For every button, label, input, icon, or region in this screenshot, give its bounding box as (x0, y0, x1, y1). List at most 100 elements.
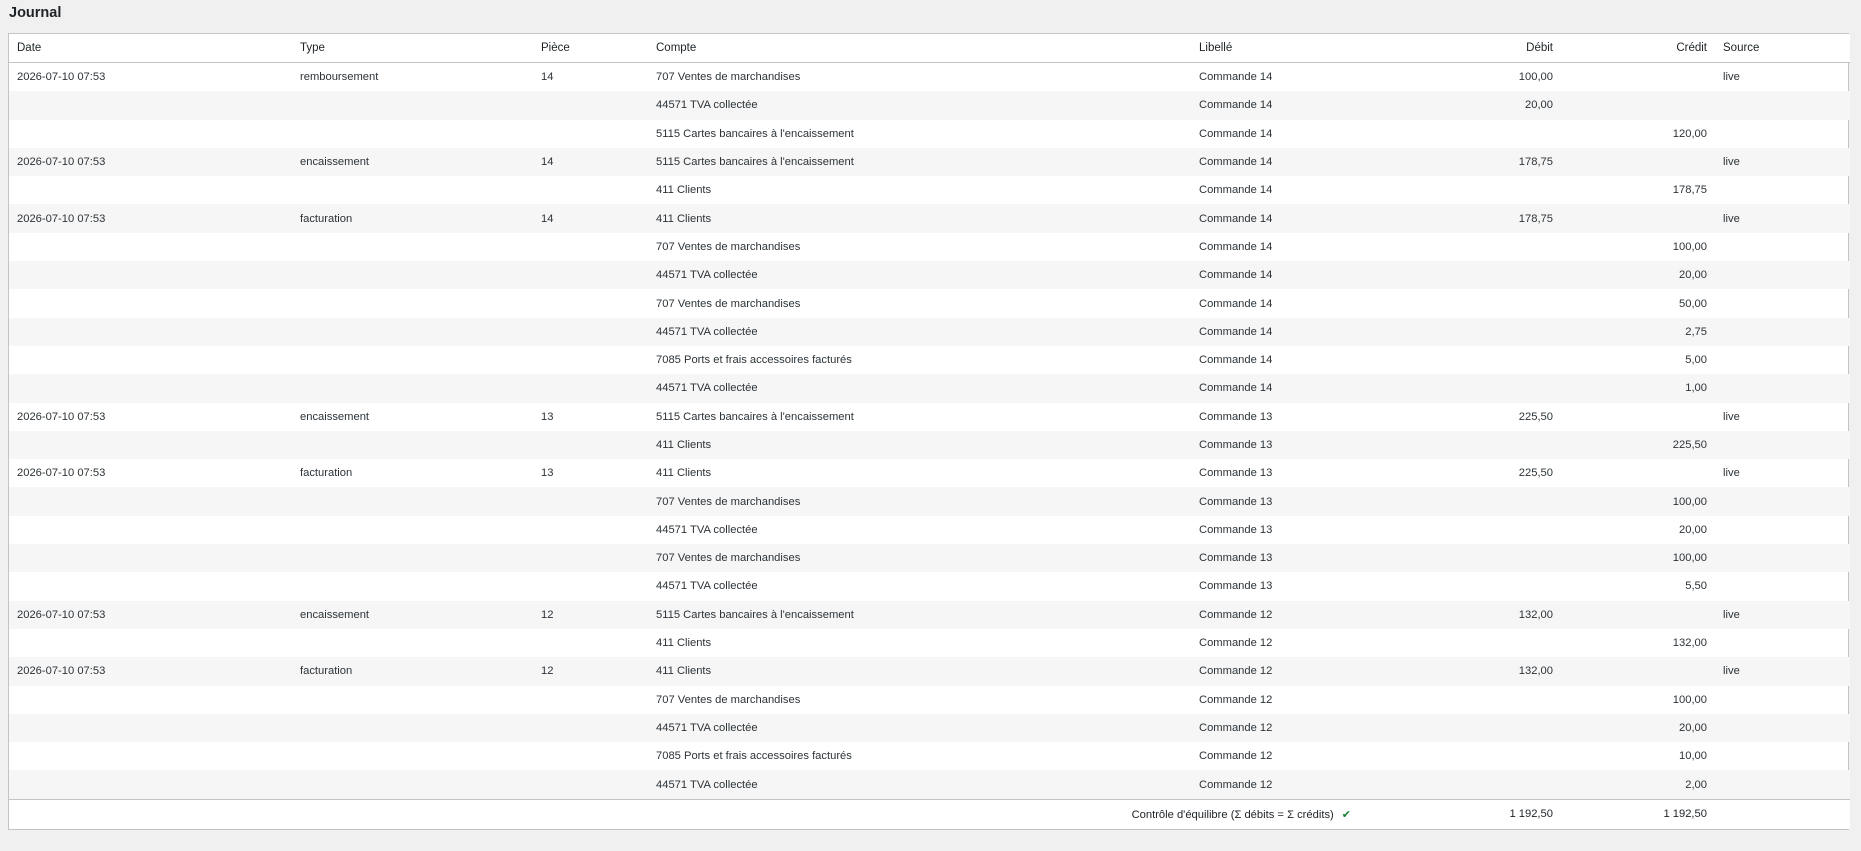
cell-debit (1391, 176, 1561, 204)
cell-libelle: Commande 14 (1199, 71, 1273, 84)
cell-date (9, 770, 292, 800)
cell-debit: 20,00 (1391, 91, 1561, 120)
cell-compte: 5115 Cartes bancaires à l'encaissement (648, 600, 1191, 629)
cell-debit (1391, 233, 1561, 261)
cell-piece (533, 487, 648, 516)
cell-debit (1391, 544, 1561, 573)
cell-compte: 44571 TVA collectée (648, 261, 1191, 290)
cell-debit (1391, 120, 1561, 148)
column-header-piece[interactable]: Pièce (533, 34, 648, 63)
cell-libelle: Commande 14 (1199, 354, 1273, 367)
cell-credit (1561, 147, 1715, 177)
cell-credit: 2,75 (1561, 317, 1715, 346)
cell-compte: 411 Clients (656, 467, 712, 480)
cell-compte: 411 Clients (648, 657, 1191, 686)
table-row: 707 Ventes de marchandises Commande 14 50,… (9, 289, 1850, 317)
cell-date (9, 120, 292, 148)
cell-credit: 2,00 (1561, 770, 1715, 800)
table-row: 2026-07-10 07:53 encaissement 14 5115 Carte… (9, 147, 1850, 177)
cell-libelle: Commande 14 (1191, 261, 1391, 290)
cell-source (1715, 487, 1850, 516)
table-row: 44571 TVA collectée Commande 12 2,00 (9, 770, 1850, 800)
cell-source: live (1715, 657, 1850, 686)
cell-source: live (1723, 71, 1740, 84)
cell-source: live (1723, 467, 1740, 480)
balance-row: Contrôle d'équilibre (Σ débits = Σ crédi… (9, 798, 1850, 829)
cell-type (292, 120, 533, 148)
cell-type (292, 770, 533, 800)
cell-debit: 132,00 (1391, 657, 1561, 686)
column-header-libelle[interactable]: Libellé (1191, 34, 1391, 63)
cell-type (292, 572, 533, 600)
cell-source (1715, 261, 1850, 290)
column-header-type[interactable]: Type (292, 34, 533, 63)
cell-piece (533, 572, 648, 600)
cell-credit: 100,00 (1672, 693, 1707, 706)
cell-piece (533, 233, 648, 261)
balance-check-label: Contrôle d'équilibre (Σ débits = Σ crédi… (1131, 808, 1334, 821)
cell-credit (1561, 657, 1715, 686)
cell-piece: 13 (541, 410, 554, 423)
cell-libelle: Commande 14 (1191, 317, 1391, 346)
cell-compte: 411 Clients (648, 204, 1191, 233)
cell-date: 2026-07-10 07:53 (9, 147, 292, 177)
page-title: Journal (9, 5, 62, 21)
cell-compte: 44571 TVA collectée (648, 374, 1191, 403)
cell-credit: 100,00 (1561, 544, 1715, 573)
cell-source (1715, 742, 1850, 770)
cell-date (9, 91, 292, 120)
cell-source (1715, 572, 1850, 600)
cell-compte: 7085 Ports et frais accessoires facturés (656, 750, 852, 763)
cell-piece (533, 346, 648, 374)
cell-source: live (1715, 147, 1850, 177)
cell-source (1715, 91, 1850, 120)
cell-libelle: Commande 12 (1191, 770, 1391, 800)
table-row: 707 Ventes de marchandises Commande 12 100… (9, 686, 1850, 714)
cell-source (1715, 120, 1850, 148)
check-icon: ✔ (1341, 808, 1351, 821)
journal-table: Date Type Pièce Compte Libellé Débit Cré… (9, 34, 1850, 829)
column-header-compte[interactable]: Compte (648, 34, 1191, 63)
cell-compte: 707 Ventes de marchandises (656, 693, 801, 706)
cell-piece (533, 91, 648, 120)
footer-empty-cell (1715, 798, 1850, 829)
cell-libelle: Commande 14 (1191, 374, 1391, 403)
table-row: 411 Clients Commande 14 178,75 (9, 176, 1850, 204)
cell-type (292, 487, 533, 516)
cell-credit (1561, 63, 1715, 92)
cell-compte: 44571 TVA collectée (648, 770, 1191, 800)
cell-date (9, 430, 292, 460)
table-header: Date Type Pièce Compte Libellé Débit Cré… (9, 34, 1850, 63)
cell-debit: 100,00 (1518, 71, 1553, 84)
cell-source (1715, 544, 1850, 573)
column-header-debit[interactable]: Débit (1391, 34, 1561, 63)
total-debit: 1 192,50 (1391, 798, 1561, 829)
cell-libelle: Commande 12 (1191, 600, 1391, 629)
cell-piece: 14 (533, 204, 648, 233)
cell-compte: 44571 TVA collectée (648, 317, 1191, 346)
table-row: 7085 Ports et frais accessoires facturés… (9, 742, 1850, 770)
column-header-credit[interactable]: Crédit (1561, 34, 1715, 63)
cell-piece (533, 629, 648, 657)
cell-type (292, 261, 533, 290)
cell-debit (1391, 261, 1561, 290)
column-header-date[interactable]: Date (9, 34, 292, 63)
cell-date: 2026-07-10 07:53 (17, 467, 106, 480)
table-row: 411 Clients Commande 12 132,00 (9, 629, 1850, 657)
cell-credit: 100,00 (1561, 487, 1715, 516)
cell-date (9, 261, 292, 290)
cell-libelle: Commande 13 (1199, 410, 1273, 423)
table-row: 2026-07-10 07:53 facturation 14 411 Clients… (9, 204, 1850, 233)
cell-source (1715, 430, 1850, 460)
cell-credit: 225,50 (1561, 430, 1715, 460)
cell-debit (1391, 686, 1561, 714)
cell-debit (1391, 317, 1561, 346)
cell-date (9, 317, 292, 346)
cell-credit: 120,00 (1672, 127, 1707, 140)
column-header-source[interactable]: Source (1715, 34, 1850, 63)
cell-date: 2026-07-10 07:53 (17, 410, 106, 423)
cell-libelle: Commande 14 (1191, 204, 1391, 233)
table-row: 44571 TVA collectée Commande 14 1,00 (9, 374, 1850, 403)
cell-date (9, 686, 292, 714)
cell-date: 2026-07-10 07:53 (9, 657, 292, 686)
